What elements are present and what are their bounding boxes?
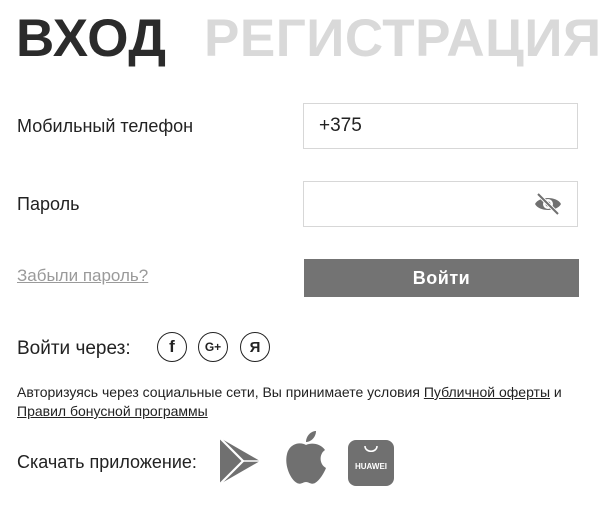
login-button[interactable]: Войти bbox=[304, 259, 579, 297]
social-login-label: Войти через: bbox=[17, 338, 131, 359]
facebook-icon[interactable]: f bbox=[157, 332, 187, 362]
eye-hidden-icon[interactable] bbox=[533, 192, 563, 216]
phone-label: Мобильный телефон bbox=[17, 116, 194, 136]
terms-text: Авторизуясь через социальные сети, Вы пр… bbox=[17, 384, 424, 400]
apple-icon[interactable] bbox=[282, 430, 330, 486]
social-terms-note: Авторизуясь через социальные сети, Вы пр… bbox=[17, 383, 577, 421]
tab-register[interactable]: РЕГИСТРАЦИЯ bbox=[204, 8, 598, 70]
forgot-password-link[interactable]: Забыли пароль? bbox=[17, 266, 148, 286]
login-page: ВХОД РЕГИСТРАЦИЯ Мобильный телефон Парол… bbox=[0, 0, 598, 511]
terms-and: и bbox=[550, 384, 562, 400]
download-app-label: Скачать приложение: bbox=[17, 452, 197, 472]
huawei-bag-handle bbox=[364, 445, 378, 453]
password-field bbox=[303, 181, 578, 227]
phone-input[interactable] bbox=[304, 104, 539, 148]
google-play-icon[interactable] bbox=[217, 436, 263, 486]
tab-login[interactable]: ВХОД bbox=[16, 8, 167, 70]
public-offer-link[interactable]: Публичной оферты bbox=[424, 384, 550, 400]
phone-field bbox=[303, 103, 578, 149]
password-input[interactable] bbox=[304, 182, 539, 226]
huawei-icon[interactable]: HUAWEI bbox=[348, 440, 394, 486]
password-label: Пароль bbox=[17, 194, 80, 214]
yandex-icon[interactable]: Я bbox=[240, 332, 270, 362]
huawei-text: HUAWEI bbox=[355, 462, 387, 471]
bonus-rules-link[interactable]: Правил бонусной программы bbox=[17, 403, 208, 419]
google-plus-icon[interactable]: G+ bbox=[198, 332, 228, 362]
